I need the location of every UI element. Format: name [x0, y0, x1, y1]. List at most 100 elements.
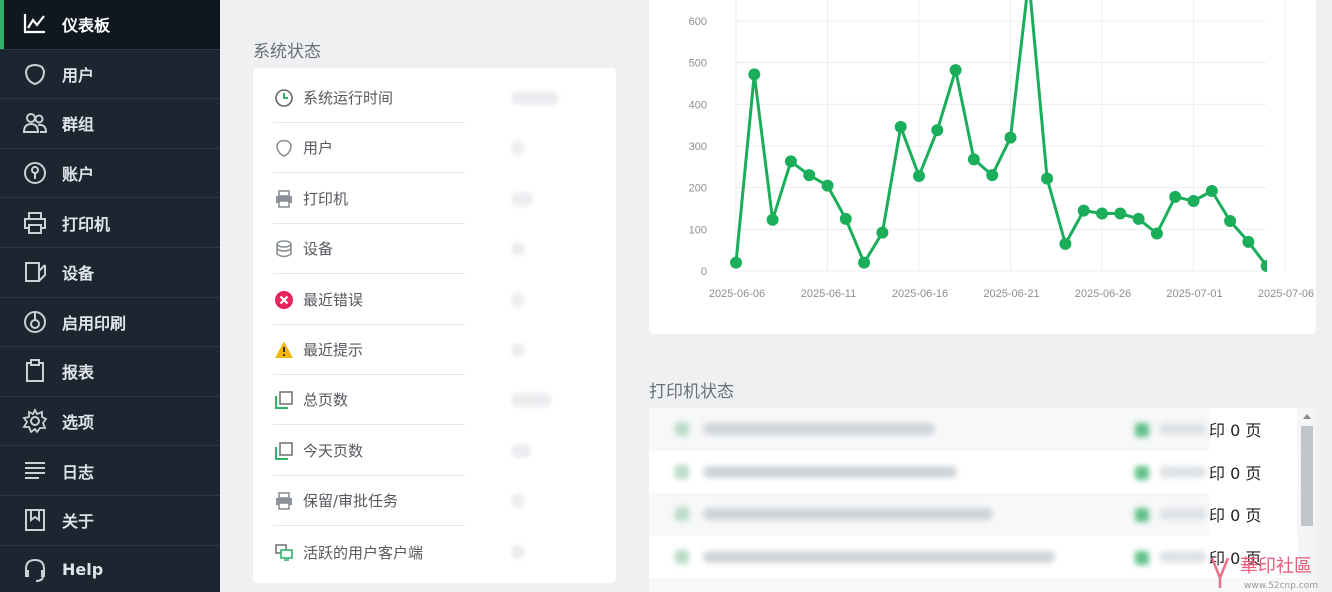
- printer-row[interactable]: 印 0 页: [649, 493, 1298, 536]
- status-ok-icon: [1135, 423, 1149, 437]
- status-label: 最近错误: [303, 291, 364, 309]
- data-point[interactable]: [894, 120, 907, 133]
- data-point[interactable]: [839, 212, 852, 225]
- sidebar-item-label: 报表: [62, 363, 95, 383]
- sidebar-item-label: 账户: [62, 165, 95, 185]
- y-tick-label: 500: [689, 58, 707, 70]
- status-ok-icon: [1135, 550, 1149, 565]
- sidebar-item-label: 启用印刷: [62, 313, 127, 333]
- data-point[interactable]: [1242, 235, 1255, 248]
- data-point[interactable]: [1205, 185, 1218, 197]
- data-point[interactable]: [1260, 260, 1273, 272]
- data-point[interactable]: [1077, 204, 1090, 217]
- x-tick-label: 2025-06-16: [892, 288, 948, 300]
- status-row: 保留/审批任务: [273, 476, 465, 526]
- pages-line-chart: 0 100 200 300 400 500 600 2025-06-06 2025-06-11 2…: [689, 0, 1314, 300]
- printer-icon: [675, 507, 689, 521]
- printer-row[interactable]: 印 0 页: [649, 408, 1298, 451]
- status-label: 打印机: [303, 190, 349, 208]
- status-label: 总页数: [303, 391, 349, 409]
- printer-row[interactable]: 印 0 页: [649, 535, 1298, 578]
- sidebar-item-8[interactable]: 选项: [0, 397, 220, 447]
- data-point[interactable]: [766, 213, 779, 226]
- headset-icon: [22, 557, 48, 583]
- group-icon: [22, 110, 48, 136]
- sidebar-item-1[interactable]: 用户: [0, 50, 220, 100]
- y-tick-label: 300: [689, 141, 707, 153]
- sidebar-item-3[interactable]: 账户: [0, 149, 220, 199]
- sidebar-item-7[interactable]: 报表: [0, 347, 220, 397]
- sidebar-item-2[interactable]: 群组: [0, 99, 220, 149]
- sidebar-item-label: 用户: [62, 65, 95, 85]
- data-point[interactable]: [1132, 212, 1145, 225]
- data-point[interactable]: [1224, 215, 1237, 227]
- sidebar: 仪表板用户群组账户打印机设备启用印刷报表选项日志关于 Help: [0, 0, 220, 592]
- chart-line-icon: [22, 11, 48, 37]
- status-label: 今天页数: [303, 442, 364, 460]
- data-point[interactable]: [1169, 190, 1182, 203]
- status-row: 打印机: [273, 174, 465, 224]
- scroll-up-arrow-icon[interactable]: [1303, 414, 1311, 419]
- x-tick-label: 2025-07-01: [1166, 288, 1222, 300]
- sidebar-item-10[interactable]: 关于: [0, 496, 220, 546]
- data-point[interactable]: [784, 155, 797, 168]
- data-point[interactable]: [1059, 237, 1072, 250]
- printer-pages-text: 印 0 页: [1209, 450, 1297, 493]
- printer-icon: [675, 464, 689, 479]
- y-tick-label: 600: [689, 16, 707, 28]
- device-icon: [22, 259, 48, 285]
- status-value-redacted: [511, 141, 525, 155]
- gear-icon: [22, 408, 48, 434]
- x-tick-label: 2025-06-21: [983, 288, 1039, 300]
- printer-icon: [22, 210, 48, 236]
- sidebar-item-0[interactable]: 仪表板: [0, 0, 220, 50]
- printer-status-redacted: [1159, 508, 1207, 520]
- data-point[interactable]: [931, 124, 944, 137]
- data-point[interactable]: [1187, 195, 1200, 207]
- status-value-redacted: [511, 545, 525, 559]
- data-point[interactable]: [748, 68, 761, 81]
- sidebar-item-5[interactable]: 设备: [0, 248, 220, 298]
- data-point[interactable]: [803, 169, 816, 182]
- status-label: 保留/审批任务: [303, 492, 399, 510]
- release-icon: [22, 309, 48, 335]
- sidebar-item-9[interactable]: 日志: [0, 446, 220, 496]
- status-value-redacted: [511, 393, 551, 407]
- printer-pages-text: 印 0 页: [1209, 408, 1297, 451]
- data-point[interactable]: [1150, 227, 1163, 240]
- y-tick-label: 100: [689, 224, 707, 236]
- data-point[interactable]: [730, 256, 742, 269]
- y-tick-label: 200: [689, 183, 707, 195]
- printer-name-redacted: [703, 508, 993, 520]
- monitor-icon: [273, 541, 295, 563]
- status-label: 最近提示: [303, 341, 364, 359]
- data-point[interactable]: [1041, 172, 1054, 185]
- sidebar-item-11[interactable]: Help: [0, 546, 220, 592]
- data-point[interactable]: [913, 170, 925, 182]
- data-point[interactable]: [858, 256, 871, 269]
- data-point[interactable]: [986, 169, 999, 182]
- pages-chart-card: 0 100 200 300 400 500 600 2025-06-06 2025-06-11 2…: [649, 0, 1316, 334]
- sidebar-item-label: 群组: [62, 115, 95, 135]
- user-shield-icon: [22, 61, 48, 87]
- data-point[interactable]: [967, 153, 980, 166]
- watermark-logo: 華印社區 www.52cnp.com: [1210, 556, 1318, 591]
- scrollbar-thumb[interactable]: [1301, 426, 1313, 526]
- sidebar-item-label: 日志: [62, 462, 95, 482]
- data-point[interactable]: [949, 64, 962, 77]
- sidebar-item-label: 打印机: [62, 214, 111, 234]
- data-point[interactable]: [1096, 207, 1108, 220]
- status-value-redacted: [511, 494, 525, 508]
- data-point[interactable]: [876, 226, 889, 239]
- status-value-redacted: [511, 444, 531, 458]
- sidebar-item-6[interactable]: 启用印刷: [0, 298, 220, 348]
- data-point[interactable]: [1114, 207, 1127, 220]
- sidebar-item-4[interactable]: 打印机: [0, 198, 220, 248]
- printer-name-redacted: [703, 423, 935, 435]
- printer-row[interactable]: 印 0 页: [649, 450, 1298, 493]
- printer-icon: [273, 188, 295, 210]
- x-tick-label: 2025-07-06: [1258, 288, 1314, 300]
- pages-icon: [273, 389, 295, 411]
- data-point[interactable]: [821, 179, 834, 192]
- data-point[interactable]: [1004, 131, 1017, 144]
